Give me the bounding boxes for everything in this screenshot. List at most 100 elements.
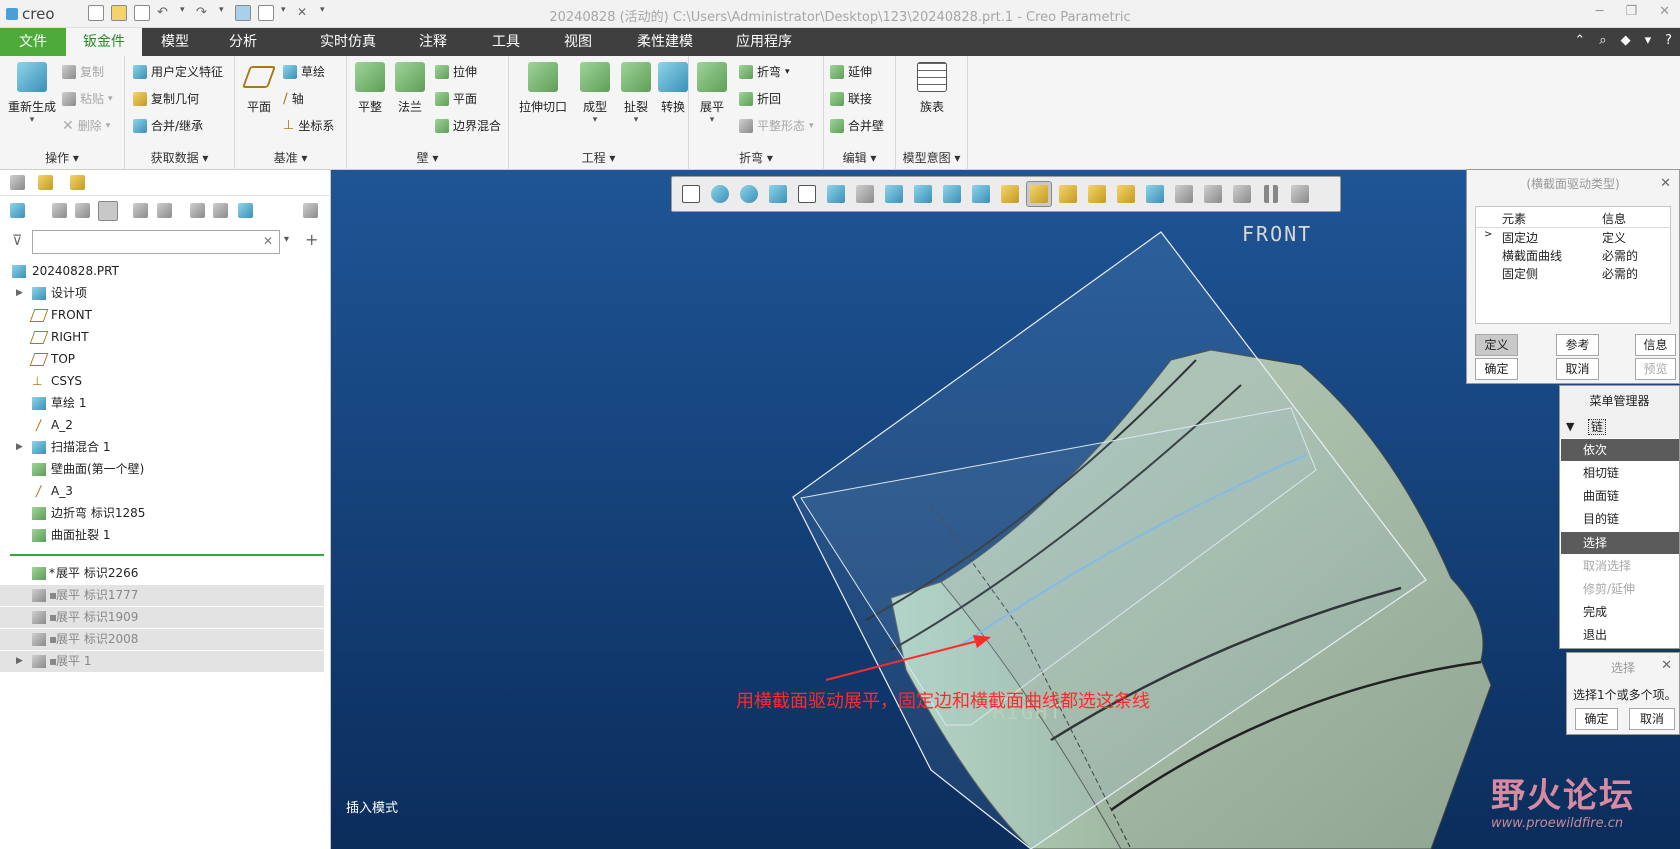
tab-simulation[interactable]: 实时仿真	[315, 28, 381, 56]
exit-button[interactable]	[1287, 181, 1313, 207]
table-row[interactable]: 固定侧 必需的	[1476, 264, 1670, 282]
insert-here-marker[interactable]	[10, 554, 324, 556]
bend-button[interactable]: 折弯 ▾	[739, 62, 790, 82]
menu-item-surface-chain[interactable]: 曲面链	[1561, 485, 1679, 507]
ok-button[interactable]: 确定	[1475, 358, 1518, 380]
info-button[interactable]: 信息	[1635, 334, 1676, 356]
csys-display-button[interactable]	[1084, 181, 1110, 207]
tab-model[interactable]: 模型	[155, 28, 195, 56]
saved-views-button[interactable]	[823, 181, 849, 207]
tree-item-sketch[interactable]: 草绘 1	[0, 393, 324, 414]
zoom-out-button[interactable]	[736, 181, 762, 207]
tab-sheetmetal[interactable]: 钣金件	[66, 28, 142, 56]
tree-view-toggle-icon[interactable]	[98, 201, 118, 221]
axis-button[interactable]: / 轴	[283, 89, 304, 109]
tree-item-swept-blend[interactable]: ▶ 扫描混合 1	[0, 437, 324, 458]
menu-item-quit[interactable]: 退出	[1561, 624, 1679, 646]
tree-settings-icon[interactable]	[190, 203, 205, 218]
planar-button[interactable]: 平面	[435, 89, 477, 109]
model-tree-tab-icon[interactable]	[10, 175, 25, 190]
options-dropdown-icon[interactable]: ▾	[1645, 33, 1652, 48]
flat-form-button[interactable]: 平整形态 ▾	[739, 116, 814, 136]
tree-item-unbend-1[interactable]: ▶ ▪ 展平 1	[0, 651, 324, 672]
add-filter-icon[interactable]: +	[305, 230, 318, 249]
axis-display-button[interactable]	[997, 181, 1023, 207]
tab-view[interactable]: 视图	[558, 28, 598, 56]
tab-tools[interactable]: 工具	[486, 28, 526, 56]
table-row[interactable]: 横截面曲线 必需的	[1476, 246, 1670, 264]
zoom-in-button[interactable]	[707, 181, 733, 207]
display-style-button[interactable]	[794, 181, 820, 207]
join-button[interactable]: 联接	[830, 89, 872, 109]
group-engineering-label[interactable]: 工程 ▾	[509, 149, 688, 166]
regenerate-button[interactable]: 重新生成 ▾	[4, 62, 60, 125]
menu-item-one-by-one[interactable]: 依次	[1561, 439, 1679, 461]
cap-icon[interactable]: ◆	[1621, 33, 1631, 48]
curves-display-button[interactable]	[1142, 181, 1168, 207]
merge-inherit-button[interactable]: 合并/继承	[133, 116, 203, 136]
close-icon[interactable]: ✕	[1661, 658, 1672, 673]
merge-wall-button[interactable]: 合并壁	[830, 116, 884, 136]
flat-wall-button[interactable]: 平整	[351, 62, 389, 115]
group-model-intent-label[interactable]: 模型意图 ▾	[896, 149, 967, 166]
define-button[interactable]: 定义	[1475, 334, 1518, 356]
collapse-tree-icon[interactable]	[75, 203, 90, 218]
group-edit-label[interactable]: 编辑 ▾	[824, 149, 895, 166]
filter-icon[interactable]: ⊽	[12, 233, 22, 249]
tree-item-unbend-1777[interactable]: ▪ 展平 标识1777	[0, 585, 324, 606]
tab-file[interactable]: 文件	[0, 28, 66, 56]
csys-button[interactable]: ⊥ 坐标系	[283, 116, 334, 136]
form-button[interactable]: 成型 ▾	[576, 62, 614, 125]
datum-plane-button[interactable]: 平面	[239, 62, 279, 115]
tree-item-unbend-2008[interactable]: ▪ 展平 标识2008	[0, 629, 324, 650]
menu-item-done[interactable]: 完成	[1561, 601, 1679, 623]
section-button[interactable]	[1229, 181, 1255, 207]
note-display-button[interactable]	[1171, 181, 1197, 207]
tree-item-axis-a2[interactable]: A_2	[0, 415, 324, 436]
annotation-display-button[interactable]	[939, 181, 965, 207]
tree-item-unbend-2266[interactable]: * 展平 标识2266	[0, 563, 324, 584]
tree-item-design-items[interactable]: ▶ 设计项	[0, 283, 324, 304]
tree-search-input[interactable]: ✕	[32, 230, 280, 254]
pause-button[interactable]	[1258, 181, 1284, 207]
chain-menu-header[interactable]: ▼ 链	[1560, 416, 1679, 438]
help-icon[interactable]: ?	[1665, 33, 1672, 48]
tree-options-icon[interactable]	[303, 203, 318, 218]
folder-browser-tab-icon[interactable]	[38, 175, 53, 190]
group-wall-label[interactable]: 壁 ▾	[347, 149, 508, 166]
menu-item-unselect[interactable]: 取消选择	[1561, 555, 1679, 577]
tree-item-csys[interactable]: ⊥ CSYS	[0, 371, 324, 392]
plane-display-button[interactable]	[968, 181, 994, 207]
expand-arrow-icon[interactable]: ▶	[16, 437, 23, 458]
extrude-cut-button[interactable]: 拉伸切口	[513, 62, 573, 115]
unbend-button[interactable]: 展平 ▾	[693, 62, 731, 125]
boundary-blend-button[interactable]: 边界混合	[435, 116, 501, 136]
delete-button[interactable]: ✕ 删除 ▾	[62, 116, 110, 136]
close-icon[interactable]: ✕	[1659, 4, 1670, 19]
close-icon[interactable]: ✕	[1660, 176, 1671, 191]
clear-search-icon[interactable]: ✕	[263, 234, 273, 248]
sketch-button[interactable]: 草绘	[283, 62, 325, 82]
tree-item-surface-rip[interactable]: 曲面扯裂 1	[0, 525, 324, 546]
bend-back-button[interactable]: 折回	[739, 89, 781, 109]
tree-item-top[interactable]: TOP	[0, 349, 324, 370]
copy-button[interactable]: 复制	[62, 62, 104, 82]
group-get-data-label[interactable]: 获取数据 ▾	[125, 149, 234, 166]
select-ok-button[interactable]: 确定	[1575, 708, 1618, 730]
group-datum-label[interactable]: 基准 ▾	[235, 149, 346, 166]
collapse-arrow-icon[interactable]: ▼	[1566, 416, 1574, 438]
point-display-button[interactable]	[1055, 181, 1081, 207]
family-table-button[interactable]: 族表	[906, 62, 958, 115]
tree-item-unbend-1909[interactable]: ▪ 展平 标识1909	[0, 607, 324, 628]
convert-button[interactable]: 转换	[657, 62, 689, 115]
tree-item-wall-surface[interactable]: 壁曲面(第一个壁)	[0, 459, 324, 480]
tree-root[interactable]: 20240828.PRT	[0, 261, 324, 282]
select-cancel-button[interactable]: 取消	[1629, 708, 1675, 730]
paste-button[interactable]: 粘贴 ▾	[62, 89, 113, 109]
group-bend-label[interactable]: 折弯 ▾	[689, 149, 823, 166]
tab-annotate[interactable]: 注释	[413, 28, 453, 56]
search-dropdown-icon[interactable]: ▾	[284, 234, 289, 245]
tab-applications[interactable]: 应用程序	[731, 28, 797, 56]
udf-button[interactable]: 用户定义特征	[133, 62, 223, 82]
copy-geometry-button[interactable]: 复制几何	[133, 89, 199, 109]
